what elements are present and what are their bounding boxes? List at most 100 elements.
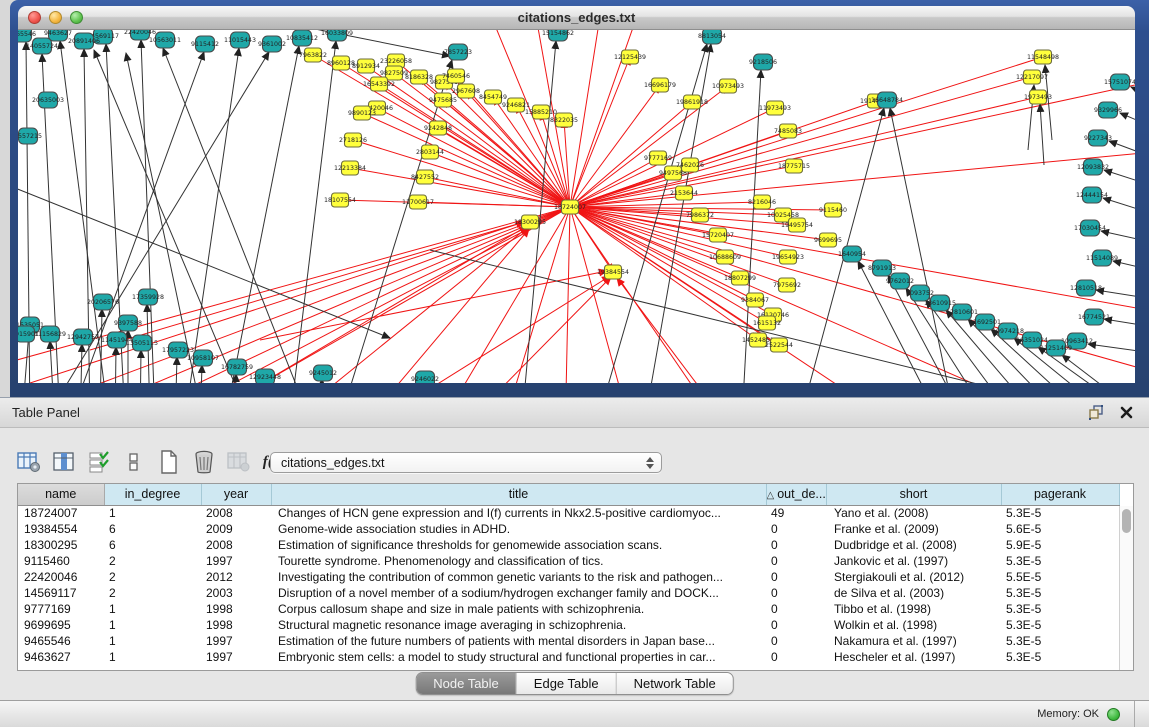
graph-node[interactable]: 16696179 (644, 78, 676, 92)
graph-node-label: 12810601 (946, 309, 978, 316)
graph-node[interactable]: 9218506 (749, 54, 777, 70)
float-window-icon[interactable] (1085, 403, 1107, 423)
graph-node[interactable]: 10973493 (712, 79, 744, 93)
delete-table-icon[interactable] (191, 448, 217, 476)
tab-edge-table[interactable]: Edge Table (517, 673, 617, 694)
scrollbar-thumb[interactable] (1122, 509, 1131, 533)
graph-node[interactable]: 18107554 (324, 193, 356, 207)
table-row[interactable]: 946362711997Embryonic stem cells: a mode… (18, 649, 1119, 665)
column-header-name[interactable]: name (18, 484, 104, 505)
table-row[interactable]: 1872400712008Changes of HCN gene express… (18, 505, 1119, 521)
graph-node[interactable]: 12213384 (334, 161, 366, 175)
column-header-short[interactable]: short (826, 484, 1001, 505)
graph-node[interactable]: 19861918 (676, 95, 708, 109)
graph-node[interactable]: 10835412 (286, 30, 318, 46)
window-titlebar[interactable]: citations_edges.txt (18, 6, 1135, 30)
graph-node[interactable]: 9762012 (886, 273, 914, 289)
graph-node[interactable]: 8791913 (868, 260, 896, 276)
graph-node[interactable]: 7857223 (444, 44, 472, 60)
graph-node[interactable]: 17030454 (1074, 220, 1106, 236)
graph-node[interactable]: 20206576 (87, 294, 119, 310)
graph-node[interactable]: 9115412 (191, 36, 219, 52)
row-height-icon[interactable] (121, 448, 147, 476)
graph-node[interactable]: 20635003 (32, 92, 64, 108)
graph-node[interactable]: 2718126 (339, 133, 367, 147)
graph-edge-directed-red (353, 140, 570, 207)
graph-node[interactable]: 10688609 (709, 250, 741, 264)
table-row[interactable]: 1456911722003Disruption of a novel membe… (18, 585, 1119, 601)
table-selector-dropdown[interactable]: citations_edges.txt (270, 452, 662, 473)
table-cell: 5.3E-5 (1001, 505, 1119, 521)
graph-node[interactable]: 9397588 (114, 315, 142, 331)
graph-node[interactable]: 8813054 (698, 30, 726, 44)
graph-node[interactable]: 15154862 (542, 30, 574, 41)
graph-node[interactable]: 8216046 (748, 195, 776, 209)
graph-node[interactable]: 12942757 (67, 329, 99, 345)
graph-node[interactable]: 7485083 (774, 124, 802, 138)
new-table-icon[interactable] (156, 448, 182, 476)
graph-node[interactable]: 12444154 (1076, 187, 1108, 203)
graph-node[interactable]: 7963822 (299, 48, 327, 62)
graph-node[interactable]: 11548498 (1027, 50, 1059, 64)
column-header-year[interactable]: year (201, 484, 271, 505)
column-header-pagerank[interactable]: pagerank (1001, 484, 1119, 505)
graph-node-label: 2967608 (452, 88, 480, 95)
table-row[interactable]: 1938455462009Genome-wide association stu… (18, 521, 1119, 537)
graph-node[interactable]: 12093832 (1077, 159, 1109, 175)
graph-node[interactable]: 9329966 (1094, 102, 1122, 118)
graph-node[interactable]: 15720407 (702, 228, 734, 242)
graph-node[interactable]: 9245012 (309, 365, 337, 381)
graph-node[interactable]: 7986372 (686, 208, 714, 222)
graph-node[interactable]: 1640954 (838, 246, 866, 262)
graph-node-label: 19654923 (772, 254, 804, 261)
graph-node[interactable]: 9246022 (411, 371, 439, 383)
table-row[interactable]: 946554611997Estimation of the future num… (18, 633, 1119, 649)
graph-node[interactable]: 12217097 (1016, 70, 1048, 84)
graph-node[interactable]: 11514089 (1086, 250, 1118, 266)
graph-node[interactable]: 12923448 (249, 369, 281, 383)
show-columns-icon[interactable] (51, 448, 77, 476)
graph-node-label: 16782759 (221, 364, 253, 371)
graph-node[interactable]: 19384554 (597, 265, 629, 279)
graph-node[interactable]: 9699695 (814, 233, 842, 247)
graph-node[interactable]: 9227343 (1084, 130, 1112, 146)
graph-node[interactable]: 11015443 (224, 32, 256, 48)
network-canvas[interactable]: 7963822896012889129342322605898275091654… (18, 30, 1135, 383)
graph-node[interactable]: 8960128 (327, 56, 355, 70)
graph-edge-directed-black (1131, 87, 1135, 100)
graph-node[interactable]: 12810518 (1070, 280, 1102, 296)
table-row[interactable]: 911546021997Tourette syndrome. Phenomeno… (18, 553, 1119, 569)
graph-node[interactable]: 18300295 (514, 215, 546, 229)
tab-network-table[interactable]: Network Table (617, 673, 733, 694)
graph-node[interactable]: 8427552 (411, 170, 439, 184)
table-settings-icon[interactable] (16, 448, 42, 476)
table-row[interactable]: 977716911998Corpus callosum shape and si… (18, 601, 1119, 617)
graph-node-label: 18300295 (514, 219, 546, 226)
select-columns-icon[interactable] (86, 448, 112, 476)
graph-node[interactable]: 9115460 (819, 203, 847, 217)
import-table-icon[interactable] (226, 448, 252, 476)
graph-node[interactable]: 8912934 (352, 59, 380, 73)
tab-node-table[interactable]: Node Table (416, 673, 517, 694)
column-header-in_degree[interactable]: in_degree (104, 484, 201, 505)
close-icon[interactable] (1115, 403, 1137, 423)
graph-node[interactable]: 16774521 (1078, 309, 1110, 325)
graph-node[interactable]: 12125439 (614, 50, 646, 64)
table-row[interactable]: 2242004622012Investigating the contribut… (18, 569, 1119, 585)
graph-node[interactable]: 1557215 (18, 128, 42, 144)
graph-node[interactable]: 15751074 (1104, 74, 1135, 90)
graph-node[interactable]: 17359928 (132, 289, 164, 305)
table-scrollbar[interactable] (1119, 506, 1133, 670)
table-row[interactable]: 969969511998Structural magnetic resonanc… (18, 617, 1119, 633)
graph-node[interactable]: 2803144 (416, 145, 444, 159)
graph-node[interactable]: 9361002 (258, 36, 286, 52)
table-row[interactable]: 1830029562008Estimation of significance … (18, 537, 1119, 553)
graph-node[interactable]: 7975692 (773, 278, 801, 292)
table-cell: 1 (104, 505, 201, 521)
graph-node[interactable]: 16033809 (321, 30, 353, 41)
graph-node-label: 8791913 (868, 265, 896, 272)
column-header-out_de[interactable]: △out_de... (766, 484, 826, 505)
column-header-title[interactable]: title (271, 484, 766, 505)
graph-node[interactable]: 19654923 (772, 250, 804, 264)
table-header-row[interactable]: namein_degreeyeartitle△out_de...shortpag… (18, 484, 1119, 505)
